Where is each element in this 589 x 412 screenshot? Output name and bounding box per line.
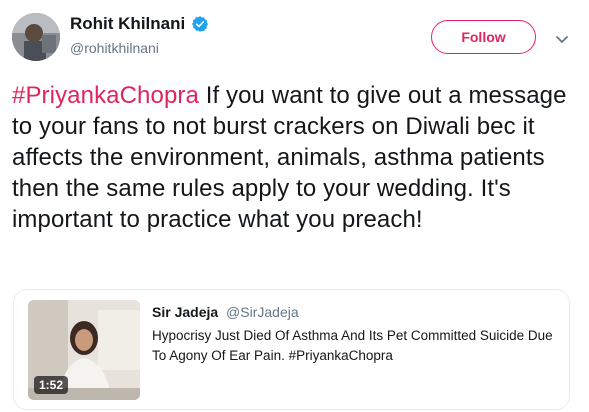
video-duration: 1:52 bbox=[34, 376, 69, 394]
tweet-text: #PriyankaChopra If you want to give out … bbox=[12, 80, 582, 235]
quoted-tweet-card[interactable]: 1:52 Sir Jadeja @SirJadeja Hypocrisy Jus… bbox=[13, 289, 570, 410]
avatar[interactable] bbox=[12, 13, 60, 61]
quoted-tweet-text: Hypocrisy Just Died Of Asthma And Its Pe… bbox=[152, 328, 553, 363]
quoted-tweet-header: Sir Jadeja @SirJadeja bbox=[152, 304, 299, 320]
video-thumbnail[interactable]: 1:52 bbox=[28, 300, 140, 400]
quoted-author-handle[interactable]: @SirJadeja bbox=[226, 304, 299, 320]
author-handle[interactable]: @rohitkhilnani bbox=[70, 40, 159, 56]
hashtag-link[interactable]: #PriyankaChopra bbox=[12, 82, 199, 109]
verified-badge-icon bbox=[192, 16, 209, 32]
follow-button[interactable]: Follow bbox=[431, 20, 536, 54]
chevron-down-icon[interactable] bbox=[553, 30, 571, 48]
author-name-row: Rohit Khilnani bbox=[70, 14, 209, 34]
avatar-image bbox=[12, 13, 60, 61]
quoted-author-name[interactable]: Sir Jadeja bbox=[152, 304, 218, 320]
author-display-name[interactable]: Rohit Khilnani bbox=[70, 14, 185, 34]
